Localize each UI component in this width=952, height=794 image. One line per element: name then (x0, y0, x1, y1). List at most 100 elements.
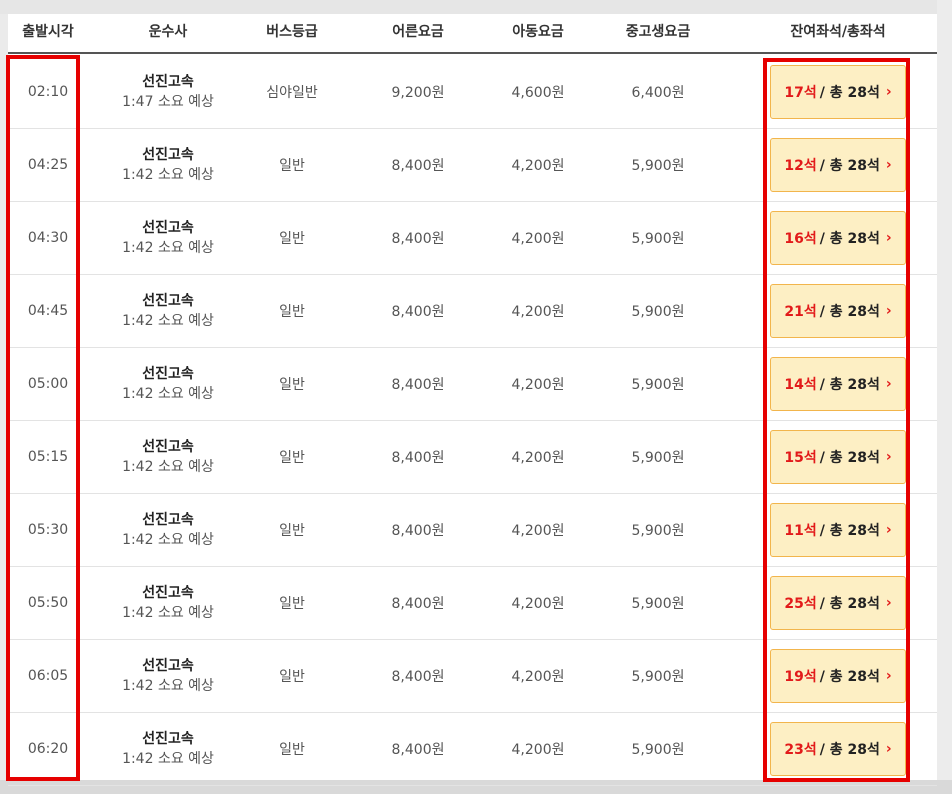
seat-select-button[interactable]: 12석 / 총 28석 › (770, 138, 906, 192)
col-header-operator[interactable]: 운수사 (88, 14, 248, 52)
departure-time: 06:05 (27, 668, 69, 684)
remaining-seats: 23석 (784, 742, 817, 758)
table-row[interactable]: 04:25 선진고속 1:42 소요 예상 일반 8,400원 4,200원 5… (8, 129, 937, 202)
chevron-right-icon: › (885, 741, 892, 757)
seat-select-button[interactable]: 21석 / 총 28석 › (770, 284, 906, 338)
operator-cell: 선진고속 1:42 소요 예상 (88, 348, 248, 420)
departure-time: 02:10 (27, 84, 69, 100)
operator-cell: 선진고속 1:47 소요 예상 (88, 56, 248, 128)
remaining-seats: 15석 (784, 450, 817, 466)
departure-time: 05:30 (27, 522, 69, 538)
total-seats: / 총 28석 (819, 742, 880, 758)
operator-name: 선진고속 (142, 366, 194, 382)
remaining-seats: 14석 (784, 377, 817, 393)
trip-duration: 1:42 소요 예상 (122, 167, 214, 183)
seat-select-button[interactable]: 16석 / 총 28석 › (770, 211, 906, 265)
adult-fare: 8,400원 (391, 523, 445, 539)
table-row[interactable]: 04:30 선진고속 1:42 소요 예상 일반 8,400원 4,200원 5… (8, 202, 937, 275)
seat-select-button[interactable]: 19석 / 총 28석 › (770, 649, 906, 703)
child-fare: 4,200원 (511, 523, 565, 539)
operator-cell: 선진고속 1:42 소요 예상 (88, 640, 248, 712)
remaining-seats: 25석 (784, 596, 817, 612)
bus-grade: 일반 (279, 304, 305, 320)
col-header-teen-fare[interactable]: 중고생요금 (598, 14, 718, 52)
seat-select-button[interactable]: 23석 / 총 28석 › (770, 722, 906, 776)
chevron-right-icon: › (885, 522, 892, 538)
chevron-right-icon: › (885, 595, 892, 611)
child-fare: 4,600원 (511, 85, 565, 101)
table-row[interactable]: 05:00 선진고속 1:42 소요 예상 일반 8,400원 4,200원 5… (8, 348, 937, 421)
scrollbar-track[interactable] (937, 0, 952, 794)
teen-fare: 5,900원 (631, 669, 685, 685)
trip-duration: 1:42 소요 예상 (122, 240, 214, 256)
trip-duration: 1:47 소요 예상 (122, 94, 214, 110)
trip-duration: 1:42 소요 예상 (122, 313, 214, 329)
operator-name: 선진고속 (142, 74, 194, 90)
chevron-right-icon: › (885, 303, 892, 319)
chevron-right-icon: › (885, 157, 892, 173)
child-fare: 4,200원 (511, 304, 565, 320)
table-row[interactable]: 05:50 선진고속 1:42 소요 예상 일반 8,400원 4,200원 5… (8, 567, 937, 640)
total-seats: / 총 28석 (819, 596, 880, 612)
bus-grade: 일반 (279, 377, 305, 393)
bus-grade: 일반 (279, 231, 305, 247)
trip-duration: 1:42 소요 예상 (122, 532, 214, 548)
child-fare: 4,200원 (511, 669, 565, 685)
col-header-child-fare[interactable]: 아동요금 (478, 14, 598, 52)
table-row[interactable]: 05:15 선진고속 1:42 소요 예상 일반 8,400원 4,200원 5… (8, 421, 937, 494)
child-fare: 4,200원 (511, 450, 565, 466)
col-header-departure-time[interactable]: 출발시각 (8, 14, 88, 52)
departure-time: 05:00 (27, 376, 69, 392)
table-row[interactable]: 05:30 선진고속 1:42 소요 예상 일반 8,400원 4,200원 5… (8, 494, 937, 567)
total-seats: / 총 28석 (819, 85, 880, 101)
total-seats: / 총 28석 (819, 158, 880, 174)
col-header-bus-grade[interactable]: 버스등급 (248, 14, 336, 52)
teen-fare: 5,900원 (631, 450, 685, 466)
adult-fare: 8,400원 (391, 669, 445, 685)
departure-time: 05:50 (27, 595, 69, 611)
operator-name: 선진고속 (142, 293, 194, 309)
remaining-seats: 11석 (784, 523, 817, 539)
total-seats: / 총 28석 (819, 304, 880, 320)
table-header: 출발시각 운수사 버스등급 어른요금 아동요금 중고생요금 잔여좌석/총좌석 (8, 14, 937, 54)
teen-fare: 6,400원 (631, 85, 685, 101)
operator-cell: 선진고속 1:42 소요 예상 (88, 713, 248, 785)
bus-grade: 일반 (279, 450, 305, 466)
operator-cell: 선진고속 1:42 소요 예상 (88, 567, 248, 639)
seat-select-button[interactable]: 17석 / 총 28석 › (770, 65, 906, 119)
seat-select-button[interactable]: 25석 / 총 28석 › (770, 576, 906, 630)
teen-fare: 5,900원 (631, 596, 685, 612)
chevron-right-icon: › (885, 376, 892, 392)
col-header-seats[interactable]: 잔여좌석/총좌석 (768, 14, 908, 52)
table-row[interactable]: 06:05 선진고속 1:42 소요 예상 일반 8,400원 4,200원 5… (8, 640, 937, 713)
trip-duration: 1:42 소요 예상 (122, 605, 214, 621)
adult-fare: 8,400원 (391, 304, 445, 320)
teen-fare: 5,900원 (631, 377, 685, 393)
total-seats: / 총 28석 (819, 669, 880, 685)
seat-select-button[interactable]: 11석 / 총 28석 › (770, 503, 906, 557)
remaining-seats: 16석 (784, 231, 817, 247)
table-row[interactable]: 02:10 선진고속 1:47 소요 예상 심야일반 9,200원 4,600원… (8, 56, 937, 129)
adult-fare: 8,400원 (391, 377, 445, 393)
table-row[interactable]: 06:20 선진고속 1:42 소요 예상 일반 8,400원 4,200원 5… (8, 713, 937, 786)
trip-duration: 1:42 소요 예상 (122, 386, 214, 402)
seat-select-button[interactable]: 15석 / 총 28석 › (770, 430, 906, 484)
trip-duration: 1:42 소요 예상 (122, 678, 214, 694)
child-fare: 4,200원 (511, 377, 565, 393)
total-seats: / 총 28석 (819, 377, 880, 393)
seat-select-button[interactable]: 14석 / 총 28석 › (770, 357, 906, 411)
adult-fare: 8,400원 (391, 596, 445, 612)
adult-fare: 8,400원 (391, 450, 445, 466)
operator-name: 선진고속 (142, 512, 194, 528)
trip-duration: 1:42 소요 예상 (122, 751, 214, 767)
child-fare: 4,200원 (511, 596, 565, 612)
remaining-seats: 12석 (784, 158, 817, 174)
total-seats: / 총 28석 (819, 231, 880, 247)
col-header-adult-fare[interactable]: 어른요금 (358, 14, 478, 52)
table-row[interactable]: 04:45 선진고속 1:42 소요 예상 일반 8,400원 4,200원 5… (8, 275, 937, 348)
operator-name: 선진고속 (142, 147, 194, 163)
operator-cell: 선진고속 1:42 소요 예상 (88, 202, 248, 274)
operator-cell: 선진고속 1:42 소요 예상 (88, 275, 248, 347)
bus-grade: 일반 (279, 669, 305, 685)
teen-fare: 5,900원 (631, 523, 685, 539)
